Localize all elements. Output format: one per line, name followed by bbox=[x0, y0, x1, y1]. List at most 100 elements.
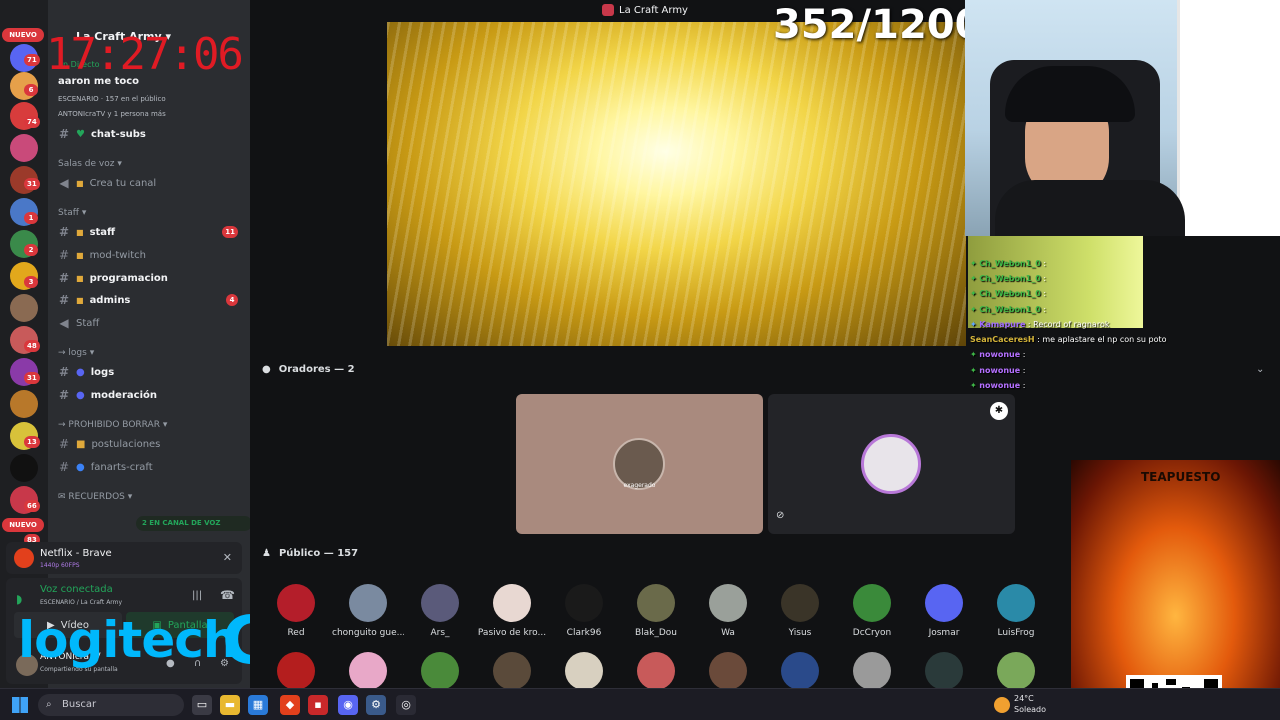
channel-mod-twitch[interactable]: # ■ mod-twitch bbox=[58, 246, 244, 264]
avatar bbox=[349, 584, 387, 622]
screen-share-video[interactable] bbox=[387, 22, 966, 346]
text-channel-icon: # bbox=[58, 127, 70, 141]
audience-member[interactable]: chonguito gue... bbox=[332, 584, 404, 638]
chat-line: SeanCaceresH : me aplastare el np con su… bbox=[970, 335, 1167, 344]
audience-member[interactable]: LuisFrog bbox=[980, 584, 1052, 638]
file-explorer-icon[interactable]: ▬ bbox=[220, 695, 240, 715]
avatar[interactable] bbox=[853, 652, 891, 690]
channel-programacion[interactable]: # ■ programacion bbox=[58, 269, 244, 287]
brave-taskbar-icon[interactable]: ◆ bbox=[280, 695, 300, 715]
voice-count-pill[interactable]: 2 EN CANAL DE VOZ bbox=[136, 516, 252, 531]
moderator-icon: ✱ bbox=[990, 402, 1008, 420]
channel-logs[interactable]: # ● logs bbox=[58, 363, 244, 381]
avatar[interactable] bbox=[493, 652, 531, 690]
lock-icon: ■ bbox=[76, 227, 84, 237]
users-icon: ♟ bbox=[262, 548, 271, 559]
avatar[interactable] bbox=[565, 652, 603, 690]
text-channel-icon: # bbox=[58, 437, 70, 451]
mic-icon: ● bbox=[262, 364, 271, 375]
audience-member[interactable]: Josmar bbox=[908, 584, 980, 638]
sun-icon bbox=[994, 697, 1010, 713]
discord-icon bbox=[925, 584, 963, 622]
chevron-down-icon[interactable]: ⌄ bbox=[1256, 364, 1264, 375]
stop-stream-icon[interactable]: ✕ bbox=[223, 551, 232, 564]
speaker-tile[interactable]: exagerado bbox=[516, 394, 763, 534]
webcam-shelf bbox=[1177, 0, 1280, 236]
category-recuerdos[interactable]: ✉ RECUERDOS ▾ bbox=[58, 492, 132, 502]
avatar bbox=[637, 584, 675, 622]
audience-member[interactable]: DcCryon bbox=[836, 584, 908, 638]
server-icon[interactable] bbox=[10, 390, 38, 418]
channel-crea-tu-canal[interactable]: ◀ ■ Crea tu canal bbox=[58, 174, 244, 192]
avatar[interactable] bbox=[349, 652, 387, 690]
avatar bbox=[493, 584, 531, 622]
signal-icon[interactable]: ◗ bbox=[16, 592, 22, 606]
promo-title: TEAPUESTO bbox=[1141, 470, 1221, 484]
channel-postulaciones[interactable]: # ■ postulaciones bbox=[58, 435, 244, 453]
thumb-icon: ● bbox=[76, 389, 85, 401]
chat-line: ✦ Kamapure : Record of ragnarok bbox=[970, 320, 1110, 329]
server-icon[interactable] bbox=[10, 134, 38, 162]
lock-icon: ■ bbox=[76, 273, 84, 283]
channel-admins[interactable]: # ■ admins 4 bbox=[58, 291, 244, 309]
window-title: La Craft Army bbox=[602, 4, 688, 16]
noise-icon[interactable]: ||| bbox=[192, 590, 202, 601]
discord-taskbar-icon[interactable]: ◉ bbox=[338, 695, 358, 715]
taskbar-search[interactable]: ⌕ Buscar bbox=[38, 694, 184, 716]
channel-staff[interactable]: # ■ staff 11 bbox=[58, 223, 244, 241]
server-icon[interactable] bbox=[10, 454, 38, 482]
voice-status[interactable]: Voz conectada bbox=[40, 584, 113, 595]
audience-member[interactable]: Ars_ bbox=[404, 584, 476, 638]
channel-moderacion[interactable]: # ● moderación bbox=[58, 386, 244, 404]
audience-member[interactable]: Yisus bbox=[764, 584, 836, 638]
chat-line: ✦ Ch_Webon1_0 : bbox=[970, 274, 1047, 283]
server-mention-badge: 6 bbox=[24, 84, 38, 96]
avatar bbox=[853, 584, 891, 622]
qr-module bbox=[1166, 679, 1176, 685]
settings-taskbar-icon[interactable]: ⚙ bbox=[366, 695, 386, 715]
category-voice[interactable]: Salas de voz ▾ bbox=[58, 159, 122, 169]
app-taskbar-icon[interactable]: ▪ bbox=[308, 695, 328, 715]
speaker-icon: ◀ bbox=[59, 316, 69, 330]
audience-member[interactable]: Blak_Dou bbox=[620, 584, 692, 638]
chat-line: ✦ nowonue : bbox=[970, 366, 1026, 375]
category-logs[interactable]: → logs ▾ bbox=[58, 348, 94, 358]
server-mention-badge: 74 bbox=[24, 116, 40, 128]
stream-panel: Netflix - Brave 1440p 60FPS ✕ bbox=[6, 542, 242, 574]
video-light-rays bbox=[387, 22, 966, 346]
taskbar: ⌕ Buscar ▭ ▬ ▦ ◆ ▪ ◉ ⚙ ◎ 24°C Soleado bbox=[0, 688, 1280, 720]
avatar[interactable] bbox=[781, 652, 819, 690]
server-icon[interactable] bbox=[10, 294, 38, 322]
obs-taskbar-icon[interactable]: ◎ bbox=[396, 695, 416, 715]
server-mention-badge: 31 bbox=[24, 178, 40, 190]
store-icon[interactable]: ▦ bbox=[248, 695, 268, 715]
task-view-icon[interactable]: ▭ bbox=[192, 695, 212, 715]
category-prohibido[interactable]: → PROHIBIDO BORRAR ▾ bbox=[58, 420, 167, 430]
windows-start-icon[interactable] bbox=[12, 697, 28, 713]
audience-member[interactable]: Clark96 bbox=[548, 584, 620, 638]
voice-location[interactable]: ESCENARIO / La Craft Army bbox=[40, 599, 122, 606]
audience-member[interactable]: Wa bbox=[692, 584, 764, 638]
lock-icon: ■ bbox=[76, 295, 84, 305]
avatar[interactable] bbox=[637, 652, 675, 690]
avatar[interactable] bbox=[997, 652, 1035, 690]
avatar[interactable] bbox=[421, 652, 459, 690]
category-staff[interactable]: Staff ▾ bbox=[58, 208, 86, 218]
speaker-tile[interactable]: ✱ ⊘ bbox=[768, 394, 1015, 534]
text-channel-icon: # bbox=[58, 365, 70, 379]
avatar[interactable] bbox=[925, 652, 963, 690]
channel-fanarts-craft[interactable]: # ● fanarts-craft bbox=[58, 458, 244, 476]
thumb-icon: ● bbox=[76, 366, 85, 378]
channel-chat-subs[interactable]: # ♥ chat-subs bbox=[58, 125, 244, 143]
disconnect-icon[interactable]: ☎ bbox=[220, 588, 235, 602]
channel-staff-voice[interactable]: ◀ Staff bbox=[58, 314, 244, 332]
chat-line: ✦ Ch_Webon1_0 : bbox=[970, 289, 1047, 298]
avatar[interactable] bbox=[709, 652, 747, 690]
server-mention-badge: 71 bbox=[24, 54, 40, 66]
avatar[interactable] bbox=[277, 652, 315, 690]
audience-member[interactable]: Red bbox=[260, 584, 332, 638]
globe-icon: ● bbox=[76, 461, 85, 473]
weather-widget[interactable]: 24°C Soleado bbox=[1014, 693, 1046, 715]
audience-member[interactable]: Pasivo de kro... bbox=[476, 584, 548, 638]
webcam-cap bbox=[1005, 66, 1135, 122]
